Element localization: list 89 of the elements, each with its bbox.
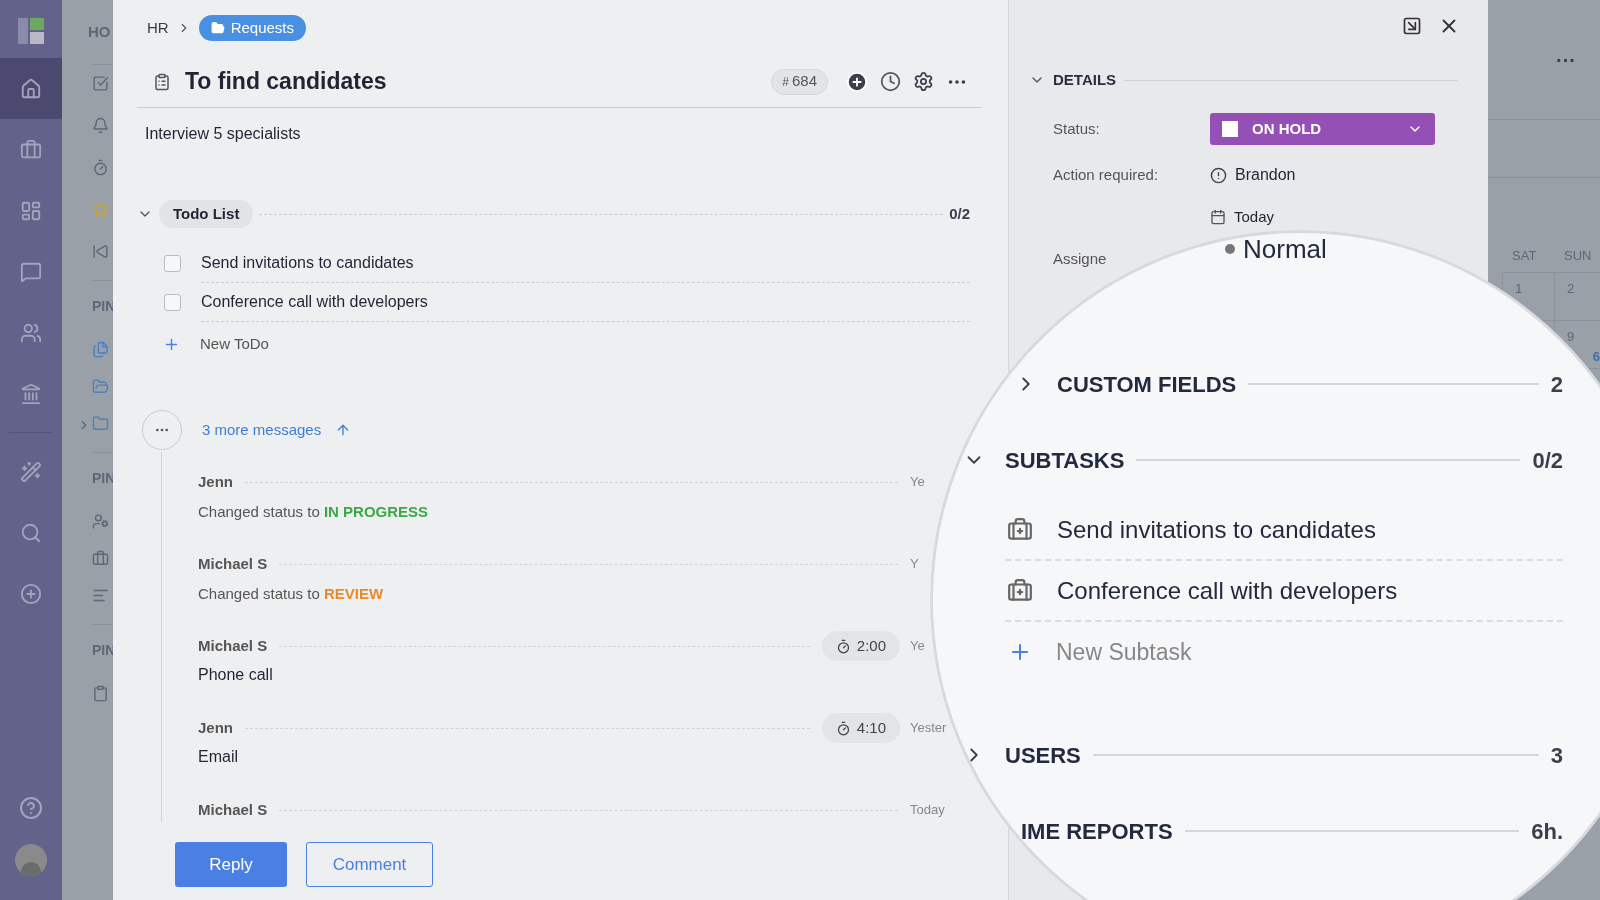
briefcase-icon[interactable] <box>92 550 109 567</box>
section-count: 3 <box>1550 741 1563 770</box>
weekday-label: SAT <box>1511 247 1538 266</box>
folder-icon[interactable] <box>92 415 109 432</box>
breadcrumb-link[interactable]: HR <box>147 16 169 40</box>
app-logo-icon[interactable] <box>18 18 44 44</box>
dashboard-icon <box>20 199 42 222</box>
subtask-text[interactable]: Conference call with developers <box>1057 572 1398 609</box>
todo-item-text[interactable]: Send invitations to candidates <box>201 251 414 275</box>
message-text: Phone call <box>198 665 273 685</box>
folder-icon <box>210 21 225 35</box>
section-count: 2 <box>1550 370 1563 399</box>
field-value: Today <box>1234 206 1275 227</box>
documents-icon[interactable] <box>92 341 109 358</box>
search-icon <box>20 521 42 544</box>
more-messages-button[interactable] <box>142 410 182 450</box>
avatar[interactable] <box>15 844 47 876</box>
task-title: To find candidates <box>185 67 387 97</box>
subtask-text[interactable]: Send invitations to candidates <box>1057 511 1376 548</box>
section-title[interactable]: SUBTASKS <box>1005 443 1125 477</box>
section-title[interactable]: USERS <box>1005 738 1081 772</box>
message-time: Today <box>910 801 945 820</box>
field-label: Assigne <box>1053 248 1108 269</box>
new-todo-link[interactable]: New ToDo <box>200 332 269 356</box>
task-number-badge: # 684 <box>771 68 828 95</box>
message-time: Yester <box>910 719 947 738</box>
reply-button[interactable]: Reply <box>175 842 287 887</box>
more-messages-link[interactable]: 3 more messages <box>202 418 322 442</box>
todo-list-chip[interactable]: Todo List <box>159 200 254 228</box>
priority-value: Normal <box>1243 233 1327 266</box>
clipboard-icon[interactable] <box>92 685 109 702</box>
message-author: Michael S <box>198 553 268 574</box>
field-label: Action required: <box>1053 164 1160 185</box>
bank-icon <box>20 382 42 405</box>
nav-item[interactable] <box>0 58 62 119</box>
folder-icon[interactable] <box>92 378 109 395</box>
lines-icon[interactable] <box>92 587 109 604</box>
stopwatch-icon <box>835 720 851 736</box>
help-icon[interactable] <box>19 796 43 820</box>
subtask-icon <box>1007 516 1033 543</box>
message-author: Michael S <box>198 635 268 656</box>
task-description: Interview 5 specialists <box>144 124 302 144</box>
todo-checkbox[interactable] <box>164 294 181 311</box>
chat-icon <box>20 260 42 283</box>
todo-checkbox[interactable] <box>164 255 181 272</box>
subtask-icon <box>1007 577 1033 604</box>
timer-icon[interactable] <box>92 159 109 176</box>
menu-dots[interactable]: ··· <box>1556 44 1576 75</box>
alert-icon <box>1210 166 1227 184</box>
todo-count: 0/2 <box>949 203 970 224</box>
checkbox-icon[interactable] <box>92 75 109 92</box>
home-icon <box>20 77 42 100</box>
duration-chip: 4:10 <box>821 713 900 743</box>
section-title[interactable]: IME REPORTS <box>1021 814 1173 848</box>
bell-icon[interactable] <box>92 117 109 134</box>
message-author: Jenn <box>198 471 233 492</box>
message-time: Ye <box>910 637 925 656</box>
section-title[interactable]: CUSTOM FIELDS <box>1057 367 1237 401</box>
message-time: Ye <box>910 473 925 492</box>
magic-wand-icon <box>20 460 42 483</box>
panel-heading: HO <box>88 21 111 42</box>
stopwatch-icon <box>835 638 851 654</box>
add-icon <box>20 582 42 605</box>
minimize-icon[interactable] <box>1402 16 1422 36</box>
clock-icon[interactable] <box>880 71 901 92</box>
status-change-text: Changed status to REVIEW <box>198 584 384 604</box>
duration-chip: 2:00 <box>821 631 900 661</box>
message-author: Jenn <box>198 717 233 738</box>
calendar-icon <box>1210 209 1226 225</box>
settings-icon[interactable] <box>913 71 934 92</box>
star-icon[interactable] <box>92 201 109 218</box>
skip-back-icon[interactable] <box>92 243 109 260</box>
message-time: Y <box>910 555 919 574</box>
section-title: DETAILS <box>1053 69 1117 90</box>
users-icon <box>20 321 42 344</box>
weekday-label: SUN <box>1563 247 1593 266</box>
status-change-text: Changed status to IN PROGRESS <box>198 502 429 522</box>
message-text: Email <box>198 747 238 767</box>
clipboard-icon <box>153 72 171 91</box>
status-dropdown[interactable]: ON HOLD <box>1210 113 1435 145</box>
field-value: Brandon <box>1235 165 1296 185</box>
briefcase-icon <box>20 138 42 161</box>
add-icon[interactable] <box>846 70 868 93</box>
field-label: Status: <box>1053 118 1101 139</box>
todo-item-text[interactable]: Conference call with developers <box>201 290 428 314</box>
section-count: 6h. <box>1531 817 1563 846</box>
section-count: 0/2 <box>1532 446 1563 475</box>
user-icon[interactable] <box>92 513 109 530</box>
message-author: Michael S <box>198 799 268 820</box>
